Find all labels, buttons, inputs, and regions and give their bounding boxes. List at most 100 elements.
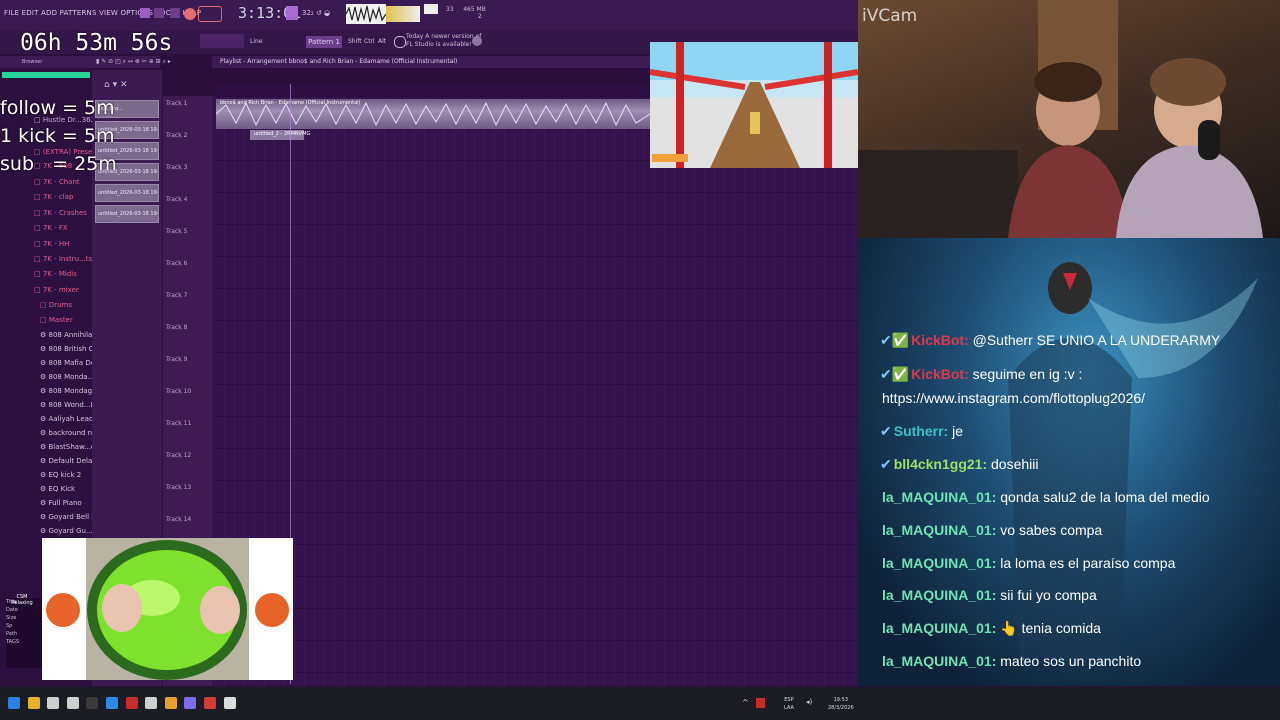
pattern-clip-title: untitled_2 - 2RMNVMG [254, 131, 311, 137]
cpu-graph [424, 4, 438, 14]
taskbar-app-icon[interactable] [47, 697, 60, 709]
help-icon[interactable] [472, 36, 482, 46]
news-icon[interactable] [394, 36, 406, 48]
browser-item[interactable]: ⚙ EQ Kick [40, 485, 75, 493]
taskbar-app-icon[interactable] [223, 697, 236, 709]
pattern-song-toggle[interactable] [140, 8, 150, 18]
chat-username[interactable]: la_MAQUINA_01: [882, 489, 996, 505]
browser-item[interactable]: ⚙ EQ kick 2 [40, 471, 81, 479]
clock-date: 28/3/2026 [828, 705, 854, 711]
shift-mode[interactable]: Shift [348, 38, 362, 45]
timeline-ruler[interactable] [214, 84, 650, 96]
taskbar-app-icon[interactable] [184, 697, 197, 709]
browser-item[interactable]: □ 7K - clap [34, 193, 73, 201]
chat-text: qonda salu2 de la loma del medio [996, 489, 1210, 505]
taskbar-app-icon[interactable] [164, 697, 177, 709]
pattern-item[interactable]: untitled_2026-03-18 19- [95, 205, 159, 223]
taskbar-app-icon[interactable] [8, 697, 20, 709]
browser-item[interactable]: ⚙ Full Piano [40, 499, 82, 507]
browser-item[interactable]: ⚙ Aaliyah Lead [40, 415, 93, 423]
browser-item[interactable]: ⚙ Default Delay [40, 457, 96, 465]
chat-username[interactable]: Sutherr: [894, 423, 948, 439]
chat-username[interactable]: la_MAQUINA_01: [882, 587, 996, 603]
track-label[interactable]: Track 8 [166, 324, 187, 331]
browser-item[interactable]: □ 7K - FX [34, 224, 68, 232]
chat-username[interactable]: KickBot: [911, 366, 969, 382]
chat-badge-icon: ✔ [880, 423, 892, 439]
track-label[interactable]: Track 11 [166, 420, 191, 427]
chat-text: vo sabes compa [996, 522, 1103, 538]
browser-item[interactable]: □ 7K - Chant [34, 178, 80, 186]
ctrl-mode[interactable]: Ctrl [364, 38, 375, 45]
pattern-selector[interactable]: Pattern 1 [306, 36, 342, 48]
taskbar-app-icon[interactable] [125, 697, 138, 709]
track-label[interactable]: Track 4 [166, 196, 187, 203]
volume-icon[interactable]: ◂) [806, 698, 812, 706]
chat-username[interactable]: la_MAQUINA_01: [882, 653, 996, 669]
taskbar-app-icon[interactable] [145, 697, 158, 709]
taskbar-app-icon[interactable] [86, 697, 99, 709]
track-label[interactable]: Track 6 [166, 260, 187, 267]
chat-text: la loma es el paraíso compa [996, 555, 1176, 571]
lang-code: ESP [784, 697, 794, 703]
chat-username[interactable]: la_MAQUINA_01: [882, 522, 996, 538]
tray-chevron-icon[interactable]: ^ [742, 698, 749, 707]
chat-message: la_MAQUINA_01: mateo sos un panchito [880, 653, 1141, 669]
chat-message: ✔✅ KickBot: seguime en ig :v : [880, 366, 1082, 383]
browser-item[interactable]: □ 7K - HH [34, 240, 69, 248]
track-label[interactable]: Track 1 [166, 100, 187, 107]
tempo-tools[interactable]: 32₂ ↺ ◒ [302, 6, 342, 20]
chat-message: ✔✅ KickBot: @Sutherr SE UNIO A LA UNDERAR… [880, 332, 1220, 349]
track-label[interactable]: Track 5 [166, 228, 187, 235]
taskbar-app-icon[interactable] [204, 697, 216, 709]
subathon-rates: follow = 5m 1 kick = 5m sub = 25m [0, 97, 117, 175]
chat-text: 👆 tenia comida [996, 620, 1101, 636]
chat-badge-icon: ✔✅ [880, 332, 910, 348]
chat-text: https://www.instagram.com/flottoplug2026… [882, 390, 1146, 406]
pattern-item[interactable]: untitled_2026-03-18 19- [95, 184, 159, 202]
track-label[interactable]: Track 13 [166, 484, 191, 491]
track-label[interactable]: Track 7 [166, 292, 187, 299]
news-panel[interactable]: Today A newer version of FL Studio is av… [406, 33, 481, 49]
track-label[interactable]: Track 14 [166, 516, 191, 523]
browser-item[interactable]: □ Drums [40, 301, 72, 309]
browser-item[interactable]: □ 7K - Midis [34, 270, 77, 278]
track-label[interactable]: Track 12 [166, 452, 191, 459]
metronome-button[interactable] [286, 6, 298, 20]
subathon-timer: 06h 53m 56s [20, 30, 173, 56]
snap-mode[interactable]: Line [250, 38, 263, 45]
snap-controls[interactable] [200, 34, 244, 48]
chat-username[interactable]: la_MAQUINA_01: [882, 620, 996, 636]
chat-message: https://www.instagram.com/flottoplug2026… [880, 390, 1145, 406]
record-button[interactable] [184, 8, 196, 20]
taskbar-app-icon[interactable] [27, 697, 40, 709]
browser-item[interactable]: □ Master [40, 316, 73, 324]
browser-title: Browser [22, 59, 43, 65]
alt-mode[interactable]: Alt [378, 38, 386, 45]
track-label[interactable]: Track 10 [166, 388, 191, 395]
track-label[interactable]: Track 9 [166, 356, 187, 363]
track-label[interactable]: Track 3 [166, 164, 187, 171]
playlist-tools[interactable]: ▮ ✎ ⊘ ◰ ⌕ ↔ ⊗ ✂ ⊕ ⊞ ⌕ ▸ [96, 58, 212, 68]
track-label[interactable]: Track 2 [166, 132, 187, 139]
playlist-grid[interactable] [214, 96, 858, 686]
play-button[interactable] [154, 8, 164, 18]
bridge-scene-icon [650, 42, 858, 168]
tray-app-icon[interactable] [756, 698, 765, 708]
browser-item[interactable]: □ 7K - Crashes [34, 209, 87, 217]
channel-rack-tools[interactable]: ⌂ ▾ ✕ [104, 80, 144, 92]
chat-username[interactable]: la_MAQUINA_01: [882, 555, 996, 571]
news-line-1: Today A newer version of [406, 33, 482, 40]
stop-button[interactable] [170, 8, 180, 18]
countdown-button[interactable] [198, 6, 222, 22]
browser-item[interactable]: □ 7K - mixer [34, 286, 79, 294]
memory-value: 465 MB [463, 6, 486, 13]
chat-badge-icon: ✔✅ [880, 366, 910, 382]
chat-username[interactable]: bll4ckn1gg21: [894, 456, 987, 472]
taskbar-app-icon[interactable] [106, 697, 118, 709]
taskbar-clock[interactable]: 19:53 28/3/2026 [828, 696, 854, 712]
chat-username[interactable]: KickBot: [911, 332, 969, 348]
taskbar-app-icon[interactable] [66, 697, 79, 709]
language-indicator[interactable]: ESP LAA [784, 696, 794, 712]
news-line-2: FL Studio is available! [406, 41, 472, 48]
